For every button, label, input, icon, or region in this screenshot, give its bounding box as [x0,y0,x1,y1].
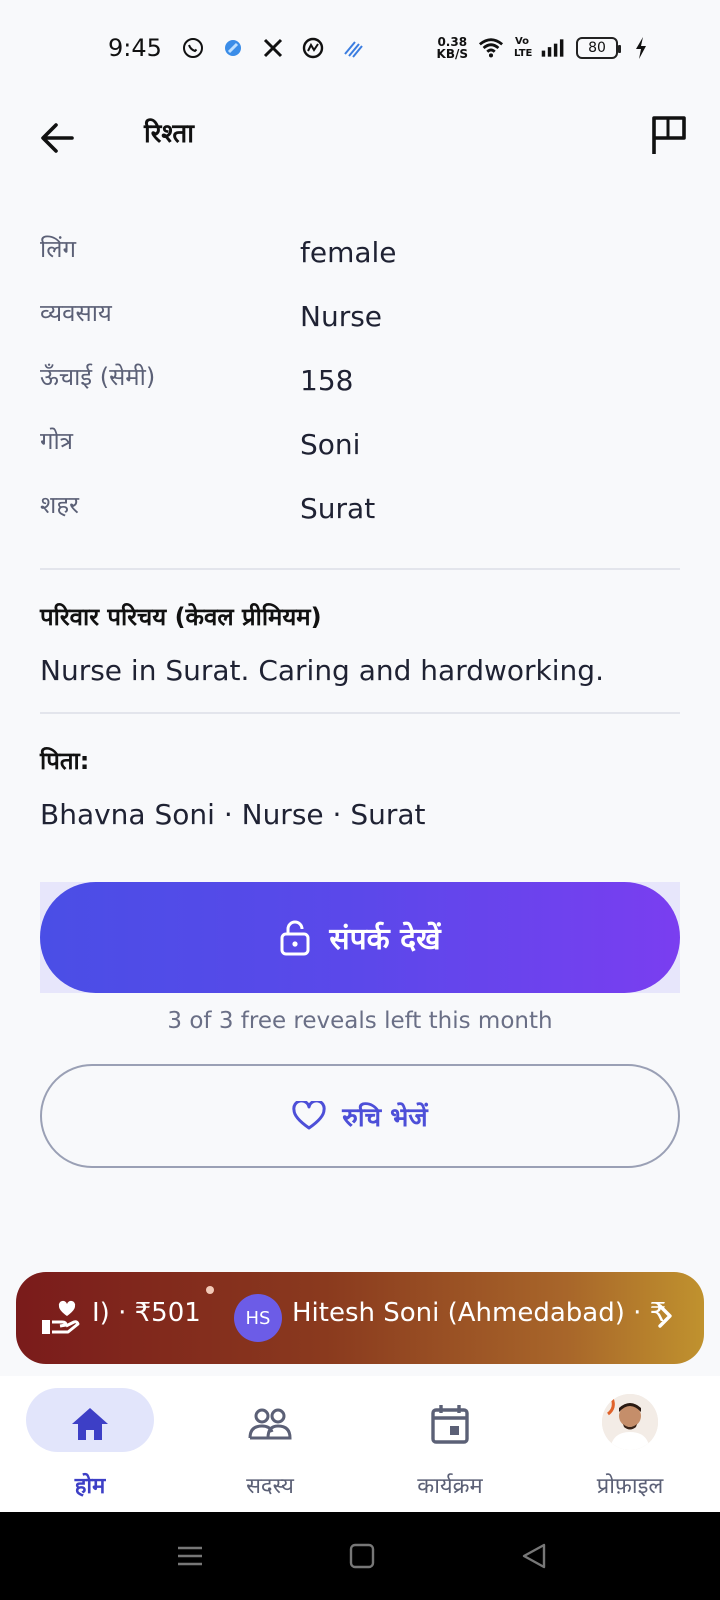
detail-row: व्यवसाय Nurse [40,292,680,356]
chevron-right-icon [658,1304,672,1328]
back-button[interactable] [34,114,82,162]
view-contact-label: संपर्क देखें [329,922,441,957]
nav-label: होम [74,1474,106,1499]
nav-label: प्रोफ़ाइल [596,1474,664,1499]
contact-button-container: संपर्क देखें [40,882,680,993]
nav-item-members[interactable]: सदस्य [180,1388,360,1508]
network-speed: 0.38 KB/S [437,36,468,60]
divider [40,568,680,570]
wifi-icon [478,35,504,61]
donation-hand-heart-icon [42,1300,80,1334]
divider [40,712,680,714]
family-intro-text: Nurse in Surat. Caring and hardworking. [40,654,604,687]
detail-row: गोत्र Soni [40,420,680,484]
donation-ticker[interactable]: I) · ₹501 HS Hitesh Soni (Ahmedabad) · ₹ [16,1272,704,1364]
back-triangle-icon[interactable] [518,1540,550,1572]
detail-row: ऊँचाई (सेमी) 158 [40,356,680,420]
profile-details: लिंग female व्यवसाय Nurse ऊँचाई (सेमी) 1… [40,228,680,548]
father-text: Bhavna Soni · Nurse · Surat [40,798,426,831]
detail-label: व्यवसाय [40,299,112,327]
report-button[interactable] [644,110,694,160]
detail-row: शहर Surat [40,484,680,548]
home-square-icon[interactable] [346,1540,378,1572]
screen: 9:45 0.38 KB/S Vo LTE 80 रिश्ता लिंग fem… [0,0,720,1600]
app-icon [220,35,246,61]
avatar: HS [234,1294,282,1342]
status-bar-left: 9:45 [108,34,366,62]
family-intro-title: परिवार परिचय (केवल प्रीमियम) [40,603,322,631]
ticker-separator-dot [206,1286,214,1294]
page-title: रिश्ता [144,119,194,149]
threads-icon [300,35,326,61]
volte-indicator: Vo LTE [514,36,533,59]
members-icon [248,1408,292,1440]
menu-icon[interactable] [174,1540,206,1572]
network-speed-unit: KB/S [436,47,468,61]
detail-value: female [300,236,397,269]
detail-value: Surat [300,492,376,525]
nav-item-profile[interactable]: प्रोफ़ाइल [540,1388,720,1508]
status-bar: 9:45 0.38 KB/S Vo LTE 80 [0,0,720,96]
send-interest-button[interactable]: रुचि भेजें [40,1064,680,1168]
nav-item-events[interactable]: कार्यक्रम [360,1388,540,1508]
nav-item-home[interactable]: होम [0,1388,180,1508]
x-icon [260,35,286,61]
status-bar-right: 0.38 KB/S Vo LTE 80 [437,35,654,61]
charging-icon [628,35,654,61]
send-interest-label: रुचि भेजें [342,1103,428,1133]
ticker-amount: I) · ₹501 [92,1298,201,1328]
reveal-note: 3 of 3 free reveals left this month [167,1008,553,1034]
battery-indicator: 80 [576,37,621,59]
nav-label: कार्यक्रम [417,1474,483,1499]
home-icon [72,1408,108,1440]
profile-photo [602,1394,658,1450]
detail-value: Nurse [300,300,383,333]
whatsapp-icon [180,35,206,61]
detail-label: ऊँचाई (सेमी) [40,363,156,391]
app-icon [340,35,366,61]
system-nav-bar [0,1512,720,1600]
calendar-icon [431,1405,469,1444]
view-contact-button[interactable]: संपर्क देखें [40,882,680,993]
nav-label: सदस्य [246,1474,294,1499]
ticker-name: Hitesh Soni (Ahmedabad) · ₹ [292,1298,667,1328]
signal-icon [540,35,566,61]
detail-value: Soni [300,428,361,461]
lock-open-icon [280,920,310,955]
status-time: 9:45 [108,34,162,62]
flag-icon [652,116,686,154]
detail-row: लिंग female [40,228,680,292]
father-title: पिता: [40,747,90,775]
arrow-left-icon [41,123,74,153]
detail-label: लिंग [40,235,76,263]
detail-label: शहर [40,491,79,519]
detail-value: 158 [300,364,354,397]
detail-label: गोत्र [40,427,73,455]
bottom-nav: होम सदस्य कार्यक्रम प्रोफ़ाइल [0,1376,720,1512]
app-bar: रिश्ता [0,96,720,186]
heart-icon [292,1101,326,1130]
